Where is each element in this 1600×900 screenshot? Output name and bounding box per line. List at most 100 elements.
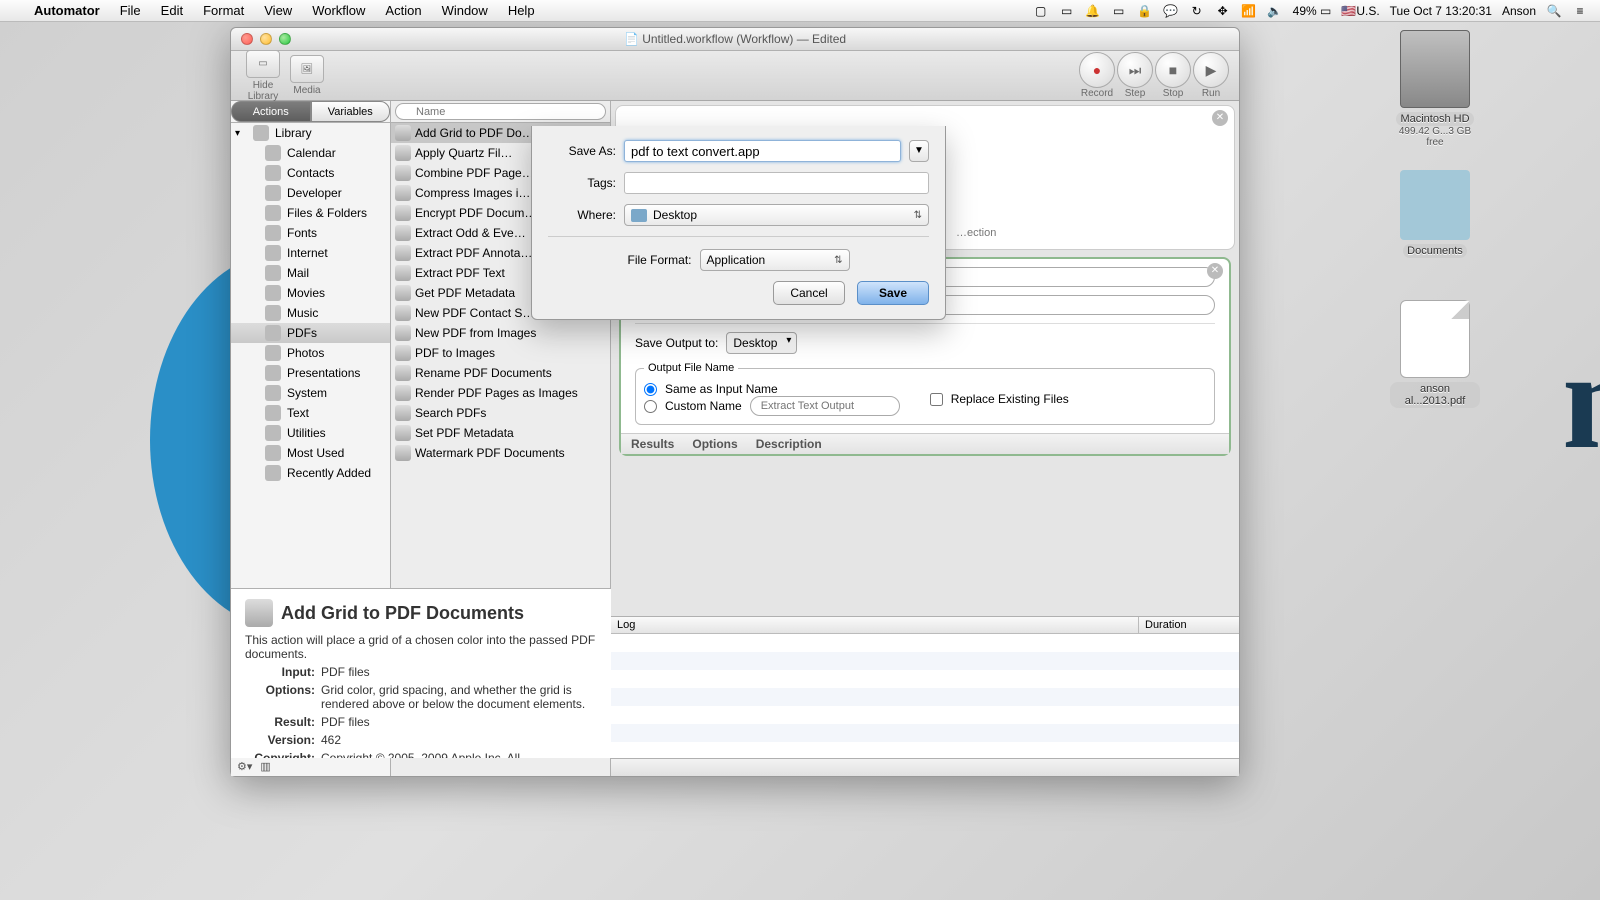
display-icon[interactable]: ▭ [1059,4,1075,18]
action-info-description: This action will place a grid of a chose… [245,633,597,661]
input-source[interactable]: 🇺🇸U.S. [1341,4,1379,18]
airplay-icon[interactable]: ▭ [1111,4,1127,18]
action-tab-description[interactable]: Description [756,437,822,451]
volume-icon[interactable]: 🔈 [1267,4,1283,18]
output-file-name-group: Output File Name Same as Input Name Cust… [635,362,1215,425]
notification-center-icon[interactable]: ≡ [1572,4,1588,18]
library-item-contacts[interactable]: Contacts [231,163,390,183]
search-input[interactable] [395,103,606,120]
log-rows[interactable] [611,634,1239,758]
category-icon [265,145,281,161]
action-icon [395,325,411,341]
menu-format[interactable]: Format [193,3,254,18]
library-item-music[interactable]: Music [231,303,390,323]
library-item-recently-added[interactable]: Recently Added [231,463,390,483]
action-icon [395,445,411,461]
action-icon [395,405,411,421]
same-as-input-radio[interactable] [644,383,657,396]
show-hide-toggle[interactable]: ▥ [260,760,270,773]
tags-field[interactable] [624,172,929,194]
hide-library-button[interactable]: ▭Hide Library [241,50,285,102]
menu-file[interactable]: File [110,3,151,18]
action-item[interactable]: New PDF from Images [391,323,610,343]
tab-actions[interactable]: Actions [231,101,311,122]
keyboard-icon[interactable]: ✥ [1215,4,1231,18]
media-button[interactable]: 🖼Media [285,55,329,96]
action-item[interactable]: Search PDFs [391,403,610,423]
window-zoom-button[interactable] [279,33,291,45]
library-item-mail[interactable]: Mail [231,263,390,283]
user-menu[interactable]: Anson [1502,4,1536,18]
custom-name-field[interactable] [750,396,900,416]
save-button[interactable]: Save [857,281,929,305]
action-item[interactable]: PDF to Images [391,343,610,363]
action-close-button[interactable]: ✕ [1207,263,1223,279]
library-item-presentations[interactable]: Presentations [231,363,390,383]
battery-status[interactable]: 49% ▭ [1293,4,1332,18]
desktop-icon-pdf-file[interactable]: anson al...2013.pdf [1390,300,1480,408]
window-titlebar[interactable]: 📄 Untitled.workflow (Workflow) — Edited [231,28,1239,51]
stop-button[interactable]: ■Stop [1155,52,1191,99]
sync-icon[interactable]: ↻ [1189,4,1205,18]
cancel-button[interactable]: Cancel [773,281,845,305]
lock-icon[interactable]: 🔒 [1137,4,1153,18]
library-item-system[interactable]: System [231,383,390,403]
menu-window[interactable]: Window [432,3,498,18]
library-item-movies[interactable]: Movies [231,283,390,303]
app-menu[interactable]: Automator [24,3,110,18]
action-item[interactable]: Watermark PDF Documents [391,443,610,463]
library-item-photos[interactable]: Photos [231,343,390,363]
run-button[interactable]: ▶Run [1193,52,1229,99]
action-item[interactable]: Render PDF Pages as Images [391,383,610,403]
library-item-calendar[interactable]: Calendar [231,143,390,163]
save-output-to-select[interactable]: Desktop [726,332,797,354]
action-icon [395,205,411,221]
notification-icon[interactable]: 🔔 [1085,4,1101,18]
clock[interactable]: Tue Oct 7 13:20:31 [1390,4,1492,18]
gear-menu[interactable]: ⚙▾ [237,760,252,773]
library-item-most-used[interactable]: Most Used [231,443,390,463]
desktop-icon-documents[interactable]: Documents [1390,170,1480,258]
chat-icon[interactable]: 💬 [1163,4,1179,18]
menu-action[interactable]: Action [375,3,431,18]
category-icon [265,325,281,341]
window-minimize-button[interactable] [260,33,272,45]
custom-name-radio[interactable] [644,400,657,413]
window-close-button[interactable] [241,33,253,45]
action-icon [395,285,411,301]
facetime-icon[interactable]: ▢ [1033,4,1049,18]
menu-edit[interactable]: Edit [151,3,193,18]
log-footer [611,758,1239,776]
wifi-icon[interactable]: 📶 [1241,4,1257,18]
where-select[interactable]: Desktop [624,204,929,226]
tab-variables[interactable]: Variables [311,101,391,122]
record-button[interactable]: ●Record [1079,52,1115,99]
spotlight-icon[interactable]: 🔍 [1546,4,1562,18]
library-item-fonts[interactable]: Fonts [231,223,390,243]
menu-help[interactable]: Help [498,3,545,18]
log-column-header[interactable]: Log [611,617,1139,633]
library-item-utilities[interactable]: Utilities [231,423,390,443]
menu-view[interactable]: View [254,3,302,18]
library-item-developer[interactable]: Developer [231,183,390,203]
replace-existing-checkbox[interactable] [930,393,943,406]
action-tab-options[interactable]: Options [692,437,737,451]
action-close-button[interactable]: ✕ [1212,110,1228,126]
library-root[interactable]: Library [231,123,390,143]
action-item[interactable]: Rename PDF Documents [391,363,610,383]
step-button[interactable]: ⏭Step [1117,52,1153,99]
partial-text: …ection [956,227,996,239]
duration-column-header[interactable]: Duration [1139,617,1239,633]
file-format-select[interactable]: Application [700,249,850,271]
save-as-field[interactable] [624,140,901,162]
action-item[interactable]: Set PDF Metadata [391,423,610,443]
library-item-files-folders[interactable]: Files & Folders [231,203,390,223]
action-tab-results[interactable]: Results [631,437,674,451]
library-item-text[interactable]: Text [231,403,390,423]
menu-workflow[interactable]: Workflow [302,3,375,18]
library-item-internet[interactable]: Internet [231,243,390,263]
expand-save-dialog-button[interactable]: ▼ [909,140,929,162]
save-output-to-label: Save Output to: [635,336,718,350]
library-item-pdfs[interactable]: PDFs [231,323,390,343]
desktop-icon-macintosh-hd[interactable]: Macintosh HD 499.42 G...3 GB free [1390,30,1480,148]
